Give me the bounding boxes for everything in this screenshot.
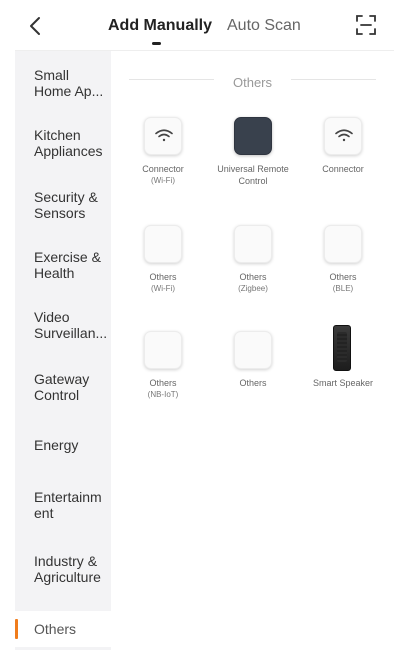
header-bar: Add Manually Auto Scan [15,0,394,51]
device-others-wifi[interactable]: Others (Wi-Fi) [115,225,211,305]
sidebar-item-label: Entertainm ent [34,489,102,521]
device-universal-remote-control[interactable]: Universal Remote Control [205,117,301,197]
device-icon [234,225,272,263]
sidebar-item-label: Energy [34,437,79,453]
device-label: Connector [142,164,184,174]
sidebar-item-label: Industry & Agriculture [34,553,101,585]
sidebar-item-label: Exercise & Health [34,249,101,281]
device-sublabel: (Zigbee) [238,284,268,293]
device-icon [234,331,272,369]
sidebar-item-kitchen-appliances[interactable]: Kitchen Appliances [15,117,111,167]
section-title: Others [232,75,272,90]
device-connector-wifi[interactable]: Connector (Wi-Fi) [115,117,211,197]
device-icon [144,225,182,263]
sidebar-item-label: Gateway Control [34,371,90,403]
sidebar-item-label: Security & Sensors [34,189,98,221]
sidebar-item-label: Kitchen Appliances [34,127,103,159]
device-label: Others [149,378,177,388]
back-icon[interactable] [27,15,45,37]
smart-speaker-icon [333,325,351,371]
device-sublabel: (Wi-Fi) [151,284,175,293]
scan-icon[interactable] [355,14,377,36]
device-smart-speaker[interactable]: Smart Speaker [295,325,391,411]
sidebar-item-energy[interactable]: Energy [15,427,111,463]
device-others-nb-iot[interactable]: Others (NB-IoT) [115,331,211,411]
device-label: Connector [322,164,364,174]
sidebar-item-small-home-appliances[interactable]: Small Home Ap... [15,57,111,107]
device-others[interactable]: Others [205,331,301,411]
wifi-icon [144,117,182,155]
device-sublabel: (BLE) [332,284,354,293]
active-tab-indicator [152,42,161,45]
device-others-zigbee[interactable]: Others (Zigbee) [205,225,301,305]
device-label: Others [329,272,357,282]
device-label: Universal Remote Control [217,164,289,186]
sidebar-item-industry-agriculture[interactable]: Industry & Agriculture [15,539,111,593]
device-icon [324,225,362,263]
sidebar-item-label: Others [34,621,77,637]
sidebar-item-entertainment[interactable]: Entertainm ent [15,479,111,529]
device-label: Others [239,378,267,388]
device-connector[interactable]: Connector [295,117,391,197]
sidebar-item-exercise-health[interactable]: Exercise & Health [15,239,111,289]
device-label: Others [239,272,267,282]
device-sublabel: (Wi-Fi) [151,176,175,185]
sidebar-item-others[interactable]: Others [15,611,111,647]
device-icon [144,331,182,369]
sidebar-item-gateway-control[interactable]: Gateway Control [15,359,111,409]
device-label: Others [149,272,177,282]
tab-auto-scan[interactable]: Auto Scan [227,17,301,35]
divider [291,79,376,80]
remote-control-icon [234,117,272,155]
phone-screen: Add Manually Auto Scan Small Home Ap... … [15,0,394,650]
category-sidebar: Small Home Ap... Kitchen Appliances Secu… [15,51,111,650]
sidebar-item-label: Video Surveillan... [34,309,108,341]
sidebar-item-label: Small Home Ap... [34,67,104,99]
device-list: Others Connector (Wi-Fi) Universal Remot… [111,51,394,650]
sidebar-item-video-surveillance[interactable]: Video Surveillan... [15,299,111,349]
device-sublabel: (NB-IoT) [147,390,179,399]
device-label: Smart Speaker [312,378,374,388]
sidebar-item-security-sensors[interactable]: Security & Sensors [15,179,111,229]
device-others-ble[interactable]: Others (BLE) [295,225,391,305]
tab-add-manually[interactable]: Add Manually [108,17,212,35]
wifi-icon [324,117,362,155]
